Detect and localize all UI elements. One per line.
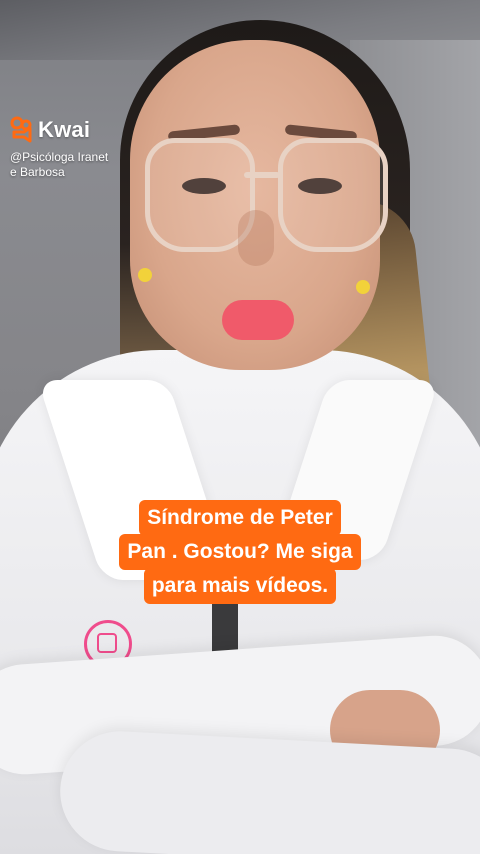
- mouth: [222, 300, 294, 340]
- earring-right: [356, 280, 370, 294]
- creator-handle-line-1: @Psicóloga Iranet: [10, 150, 109, 164]
- glasses-lens-right: [278, 138, 388, 252]
- kwai-brand-row: Kwai: [10, 116, 108, 144]
- video-frame[interactable]: Kwai @Psicóloga Iranet e Barbosa Síndrom…: [0, 0, 480, 854]
- glasses-bridge: [244, 172, 280, 178]
- creator-handle-line-2: e Barbosa: [10, 165, 65, 179]
- caption-line-1: Síndrome de Peter: [139, 500, 341, 536]
- kwai-brand-text: Kwai: [38, 117, 91, 142]
- creator-handle: @Psicóloga Iranet e Barbosa: [10, 150, 108, 180]
- crossed-arm-lower: [57, 728, 480, 854]
- video-caption: Síndrome de Peter Pan . Gostou? Me siga …: [0, 500, 480, 604]
- caption-line-3: para mais vídeos.: [143, 568, 337, 604]
- kwai-watermark: Kwai @Psicóloga Iranet e Barbosa: [10, 116, 108, 180]
- kwai-logo-icon: [10, 116, 34, 144]
- nose: [238, 210, 274, 266]
- earring-left: [138, 268, 152, 282]
- caption-line-2: Pan . Gostou? Me siga: [119, 534, 361, 570]
